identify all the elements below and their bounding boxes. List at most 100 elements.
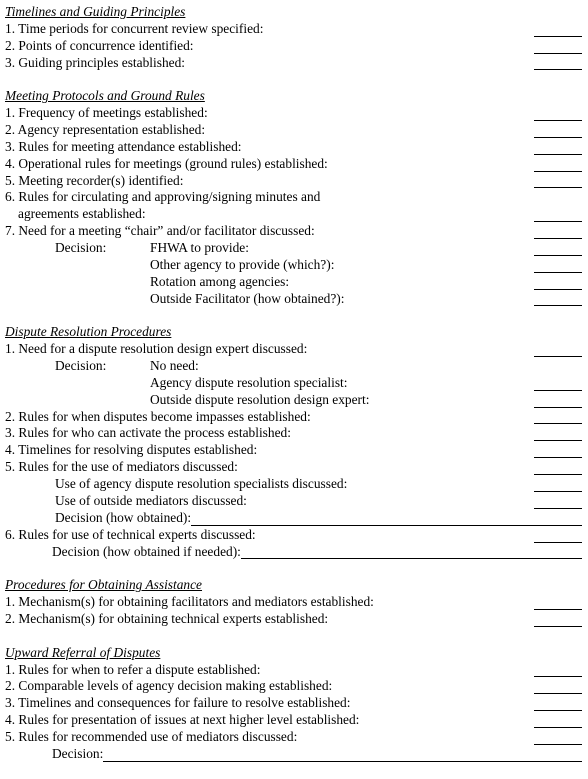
- answer-blank[interactable]: [534, 423, 582, 425]
- answer-blank[interactable]: [534, 625, 582, 627]
- item-text: No need:: [150, 358, 199, 374]
- item-text: 2. Comparable levels of agency decision …: [5, 678, 333, 694]
- answer-blank[interactable]: [534, 693, 582, 695]
- answer-blank[interactable]: [534, 389, 582, 391]
- item-text: 2. Mechanism(s) for obtaining technical …: [5, 610, 329, 626]
- checklist-item: 6. Rules for use of technical experts di…: [0, 527, 588, 544]
- item-text: 7. Need for a meeting “chair” and/or fac…: [5, 223, 315, 239]
- checklist-item: 1. Frequency of meetings established:: [0, 105, 588, 122]
- item-text: 1. Rules for when to refer a dispute est…: [5, 661, 261, 677]
- checklist-item: 2. Agency representation established:: [0, 122, 588, 139]
- checklist-item: 6. Rules for circulating and approving/s…: [0, 189, 588, 206]
- checklist-item: 7. Need for a meeting “chair” and/or fac…: [0, 223, 588, 240]
- item-text: 1. Mechanism(s) for obtaining facilitato…: [5, 594, 374, 610]
- checklist-item: Outside dispute resolution design expert…: [0, 392, 588, 409]
- answer-blank[interactable]: [534, 490, 582, 492]
- checklist-item: 3. Guiding principles established:: [0, 55, 588, 72]
- checklist-item: Decision: No need:: [0, 358, 588, 375]
- answer-blank[interactable]: [534, 406, 582, 408]
- section-title: Timelines and Guiding Principles: [5, 4, 186, 19]
- checklist-document: Timelines and Guiding Principles 1. Time …: [0, 4, 588, 763]
- item-text: 6. Rules for use of technical experts di…: [5, 526, 256, 542]
- checklist-item: Decision:: [0, 746, 588, 763]
- checklist-item: Agency dispute resolution specialist:: [0, 375, 588, 392]
- answer-fill-line[interactable]: [240, 558, 582, 560]
- checklist-item: 4. Operational rules for meetings (groun…: [0, 156, 588, 173]
- item-text: 4. Timelines for resolving disputes esta…: [5, 442, 258, 458]
- answer-blank[interactable]: [534, 457, 582, 459]
- item-text: 1. Frequency of meetings established:: [5, 105, 208, 121]
- item-text: agreements established:: [18, 206, 146, 222]
- section-heading-row: Upward Referral of Disputes: [0, 645, 588, 662]
- answer-blank[interactable]: [534, 743, 582, 745]
- answer-fill-line[interactable]: [103, 760, 582, 762]
- answer-blank[interactable]: [534, 221, 582, 223]
- item-text: 1. Need for a dispute resolution design …: [5, 341, 308, 357]
- item-text: Use of outside mediators discussed:: [55, 492, 247, 508]
- item-text: 5. Meeting recorder(s) identified:: [5, 172, 184, 188]
- item-text: 3. Rules for who can activate the proces…: [5, 425, 291, 441]
- answer-blank[interactable]: [534, 507, 582, 509]
- checklist-item: 1. Need for a dispute resolution design …: [0, 341, 588, 358]
- section-title: Dispute Resolution Procedures: [5, 324, 172, 340]
- item-text: 3. Guiding principles established:: [5, 54, 186, 70]
- decision-label: Decision:: [55, 358, 107, 374]
- answer-blank[interactable]: [534, 440, 582, 442]
- section-title: Procedures for Obtaining Assistance: [5, 577, 203, 593]
- answer-blank[interactable]: [534, 52, 582, 54]
- section-heading-row: Meeting Protocols and Ground Rules: [0, 88, 588, 105]
- answer-blank[interactable]: [534, 541, 582, 543]
- checklist-item: 4. Timelines for resolving disputes esta…: [0, 442, 588, 459]
- answer-blank[interactable]: [534, 120, 582, 122]
- answer-blank[interactable]: [534, 676, 582, 678]
- checklist-item: 2. Rules for when disputes become impass…: [0, 409, 588, 426]
- section-title: Upward Referral of Disputes: [5, 644, 161, 660]
- section-heading-row: Timelines and Guiding Principles: [0, 4, 588, 21]
- item-text: 1. Time periods for concurrent review sp…: [5, 20, 264, 36]
- answer-blank[interactable]: [534, 608, 582, 610]
- answer-blank[interactable]: [534, 474, 582, 476]
- item-text: 3. Rules for meeting attendance establis…: [5, 138, 242, 154]
- checklist-item: Decision (how obtained if needed):: [0, 544, 588, 561]
- checklist-item: 5. Rules for the use of mediators discus…: [0, 459, 588, 476]
- answer-blank[interactable]: [534, 153, 582, 155]
- answer-blank[interactable]: [534, 69, 582, 71]
- checklist-item: Outside Facilitator (how obtained?):: [0, 291, 588, 308]
- item-text: Rotation among agencies:: [150, 273, 290, 289]
- section-title: Meeting Protocols and Ground Rules: [5, 88, 205, 104]
- answer-blank[interactable]: [534, 356, 582, 358]
- answer-blank[interactable]: [534, 170, 582, 172]
- checklist-item: 1. Mechanism(s) for obtaining facilitato…: [0, 594, 588, 611]
- checklist-item: 2. Comparable levels of agency decision …: [0, 678, 588, 695]
- checklist-item: 3. Rules for meeting attendance establis…: [0, 139, 588, 156]
- answer-blank[interactable]: [534, 136, 582, 138]
- answer-blank[interactable]: [534, 710, 582, 712]
- answer-blank[interactable]: [534, 187, 582, 189]
- answer-blank[interactable]: [534, 238, 582, 240]
- checklist-item: Use of outside mediators discussed:: [0, 493, 588, 510]
- answer-blank[interactable]: [534, 254, 582, 256]
- answer-blank[interactable]: [534, 271, 582, 273]
- checklist-item: 1. Rules for when to refer a dispute est…: [0, 662, 588, 679]
- checklist-item: Decision: FHWA to provide:: [0, 240, 588, 257]
- checklist-item: Decision (how obtained):: [0, 510, 588, 527]
- answer-blank[interactable]: [534, 288, 582, 290]
- checklist-item: 1. Time periods for concurrent review sp…: [0, 21, 588, 38]
- answer-blank[interactable]: [534, 305, 582, 307]
- checklist-item: 5. Rules for recommended use of mediator…: [0, 729, 588, 746]
- item-text: Decision:: [52, 745, 104, 761]
- answer-blank[interactable]: [534, 35, 582, 37]
- checklist-item: 3. Rules for who can activate the proces…: [0, 425, 588, 442]
- answer-fill-line[interactable]: [191, 524, 582, 526]
- checklist-item: 4. Rules for presentation of issues at n…: [0, 712, 588, 729]
- item-text: 4. Rules for presentation of issues at n…: [5, 712, 360, 728]
- item-text: 3. Timelines and consequences for failur…: [5, 695, 351, 711]
- section-heading-row: Dispute Resolution Procedures: [0, 324, 588, 341]
- checklist-item: Other agency to provide (which?):: [0, 257, 588, 274]
- item-text: 2. Agency representation established:: [5, 122, 206, 138]
- answer-blank[interactable]: [534, 726, 582, 728]
- item-text: Outside dispute resolution design expert…: [150, 391, 370, 407]
